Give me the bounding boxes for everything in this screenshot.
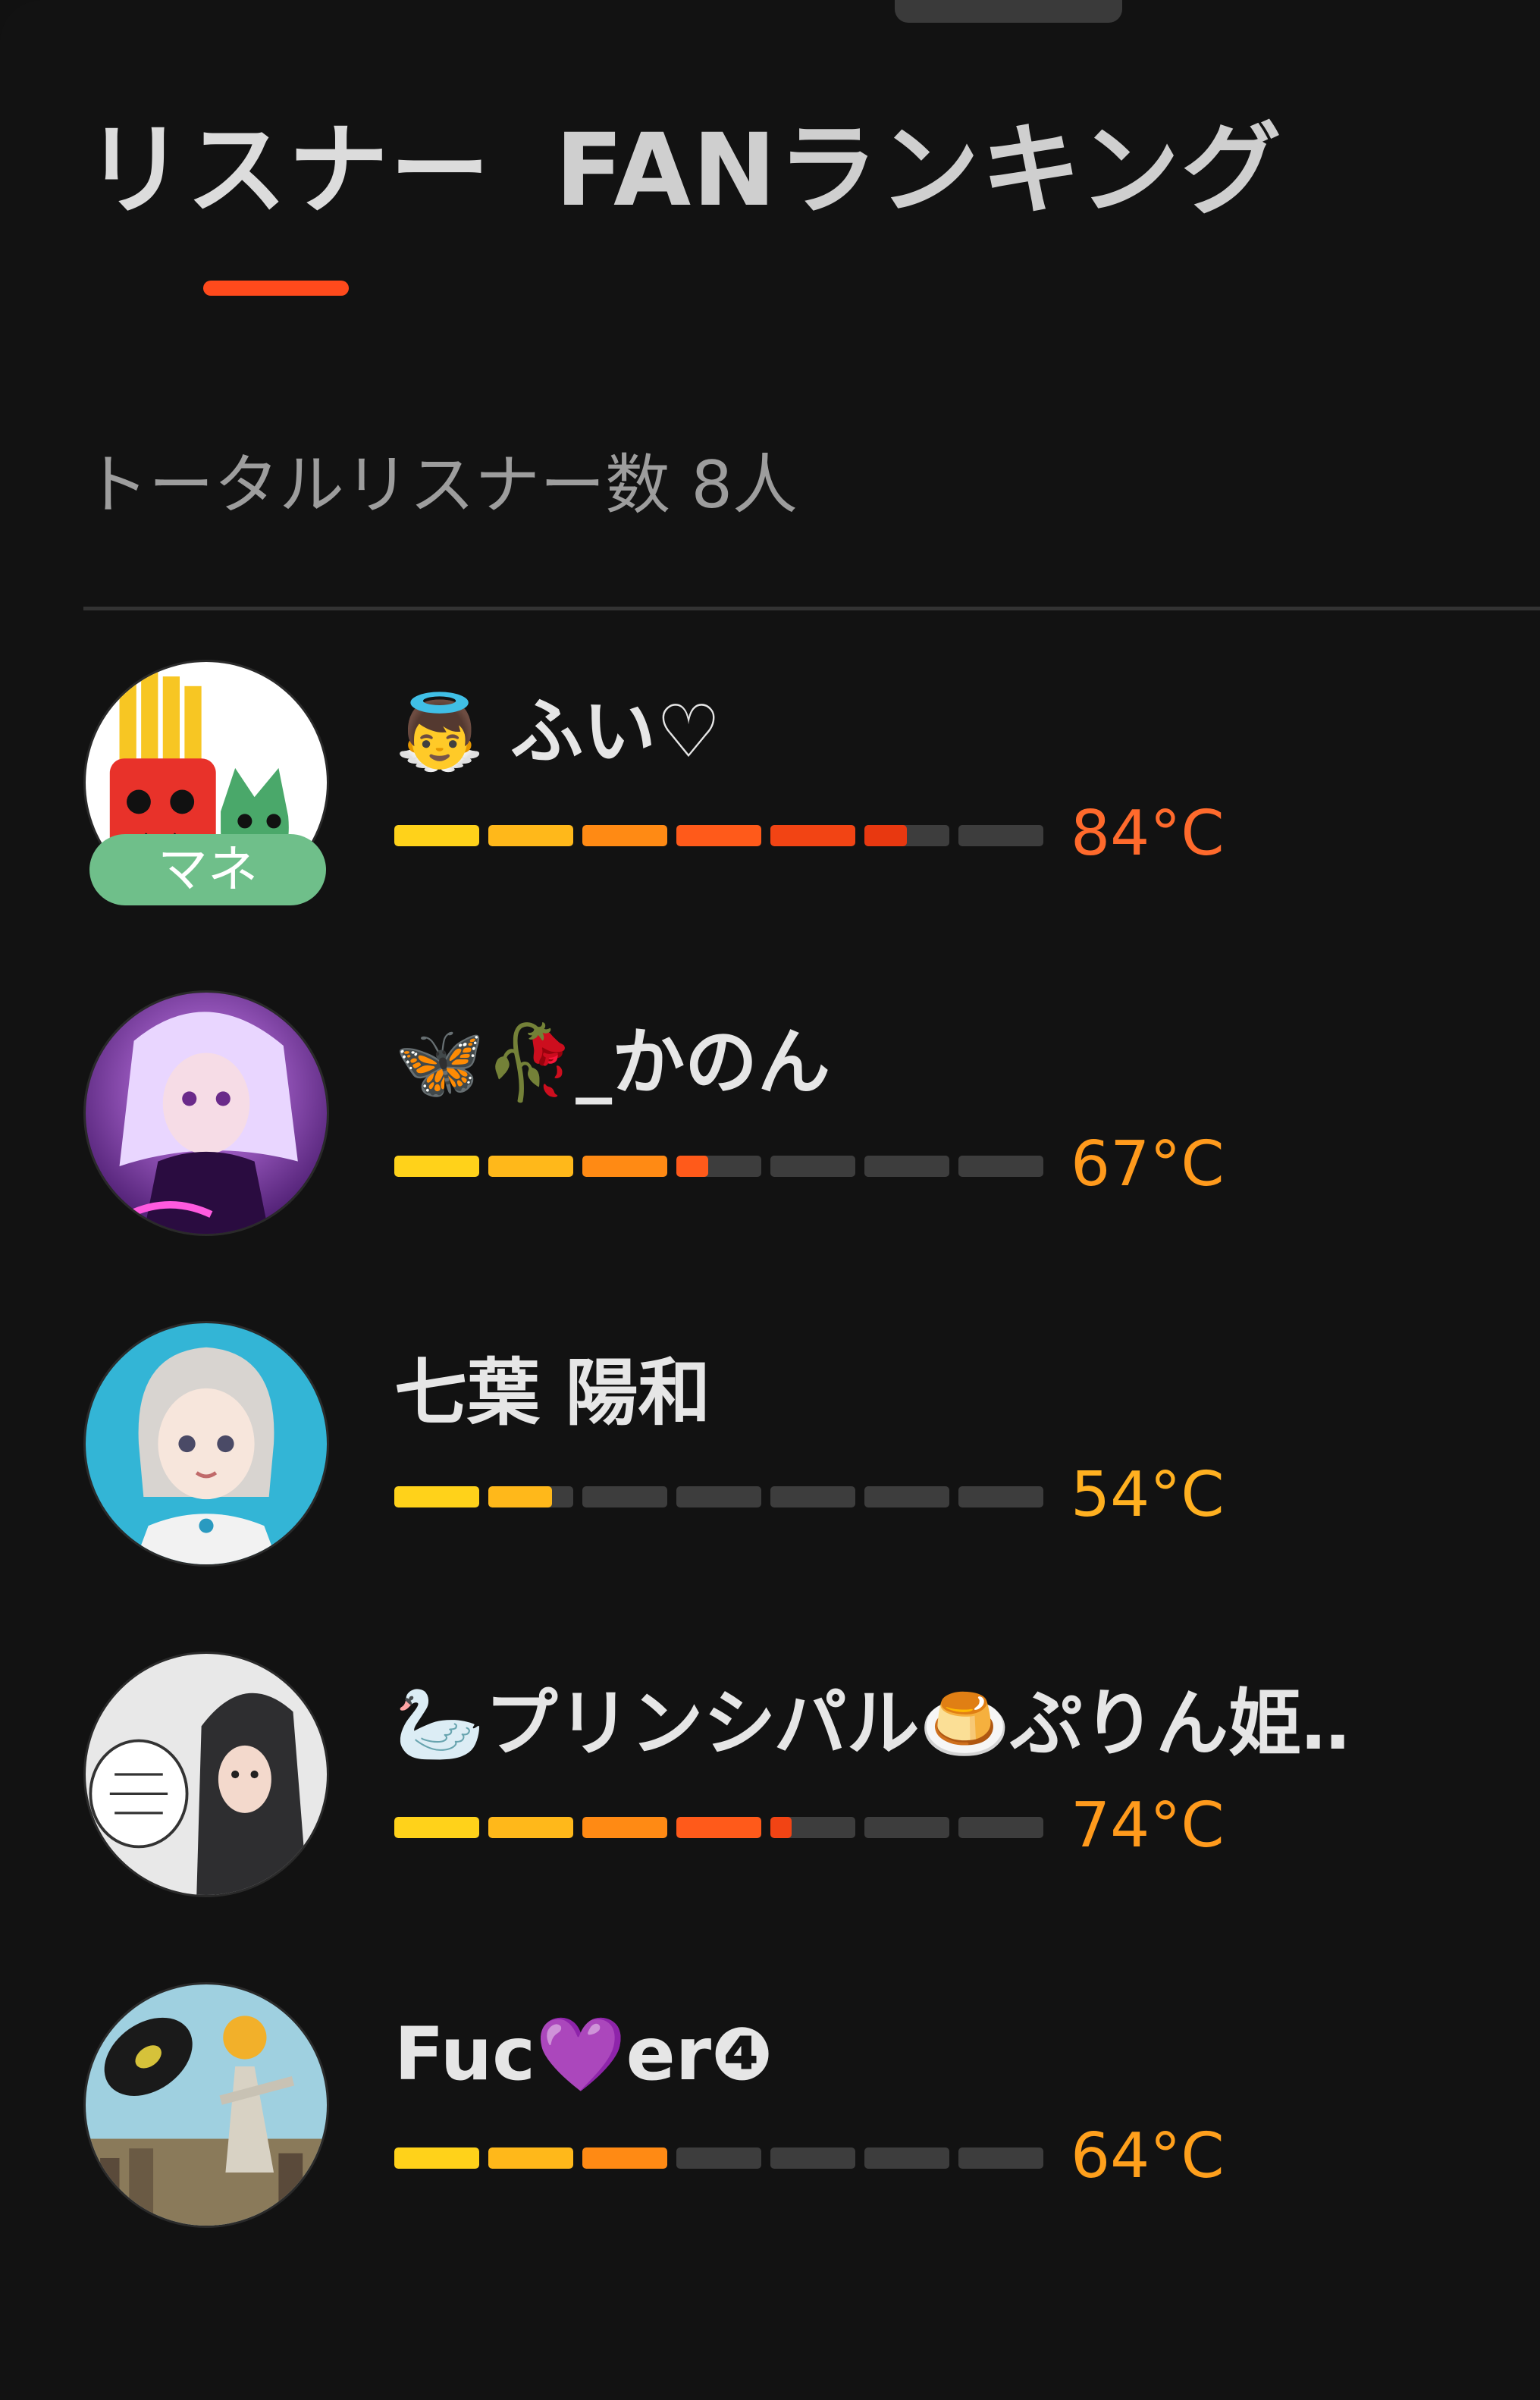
meter-segment-fill (582, 1156, 667, 1177)
listener-row[interactable]: 🦢プリンシパル🍮ぷりん姫… 74°C (0, 1652, 1540, 1902)
meter-segment (864, 1817, 949, 1838)
meter-segment (488, 1486, 573, 1507)
meter-segment (770, 1486, 855, 1507)
meter-segment (770, 1156, 855, 1177)
temperature-meter (394, 2147, 1043, 2169)
meter-segment-fill (488, 825, 573, 846)
meter-segment-fill (394, 825, 479, 846)
anime-girl-purple-avatar[interactable] (83, 990, 329, 1236)
divider (83, 607, 1540, 610)
meter-segment (394, 825, 479, 846)
meter-segment-fill (770, 1817, 792, 1838)
temperature-meter (394, 1156, 1043, 1177)
temperature-label: 67°C (1071, 1128, 1225, 1200)
meter-segment (864, 1156, 949, 1177)
listener-name: 🦢プリンシパル🍮ぷりん姫… (394, 1681, 1350, 1766)
meter-segment (394, 1817, 479, 1838)
hooded-girl-avatar[interactable] (83, 1652, 329, 1897)
meter-segment (958, 2147, 1043, 2169)
meter-segment (488, 1817, 573, 1838)
sheet-grabber[interactable] (895, 0, 1122, 23)
listener-name: 七葉 陽和 (394, 1351, 711, 1435)
meter-segment (582, 1156, 667, 1177)
meter-segment (958, 825, 1043, 846)
record-art-avatar[interactable] (83, 1982, 329, 2228)
meter-segment (394, 1156, 479, 1177)
meter-segment (676, 1817, 761, 1838)
meter-segment-fill (488, 1817, 573, 1838)
meter-segment (676, 825, 761, 846)
meter-segment (582, 2147, 667, 2169)
meter-segment (864, 825, 949, 846)
meter-segment (958, 1156, 1043, 1177)
listener-name: Fuc💜er❹ (394, 2012, 773, 2097)
meter-segment-fill (676, 825, 761, 846)
meter-segment-fill (770, 825, 855, 846)
temperature-meter (394, 1486, 1043, 1507)
meter-segment (676, 1156, 761, 1177)
meter-segment (394, 1486, 479, 1507)
total-listener-count: トータルリスナー数 8人 (83, 447, 798, 523)
meter-segment (770, 2147, 855, 2169)
meter-segment-fill (488, 1156, 573, 1177)
meter-segment-fill (488, 1486, 552, 1507)
manager-badge: マネ (89, 834, 326, 905)
meter-segment (676, 2147, 761, 2169)
tab-listener[interactable]: リスナー (85, 114, 491, 227)
temperature-meter (394, 1817, 1043, 1838)
active-tab-indicator (203, 281, 349, 296)
temperature-label: 54°C (1071, 1459, 1225, 1531)
meter-segment (394, 2147, 479, 2169)
meter-segment-fill (582, 825, 667, 846)
listener-row[interactable]: 🦋🥀_かのん 67°C (0, 990, 1540, 1241)
listener-sheet: リスナー FANランキング トータルリスナー数 8人 マネ 👼 ふい♡ 84°C… (0, 0, 1540, 2400)
listener-row[interactable]: マネ 👼 ふい♡ 84°C (0, 660, 1540, 910)
meter-segment (770, 825, 855, 846)
meter-segment-fill (864, 825, 907, 846)
listener-row[interactable]: Fuc💜er❹ 64°C (0, 1982, 1540, 2232)
meter-segment (770, 1817, 855, 1838)
temperature-meter (394, 825, 1043, 846)
meter-segment (958, 1486, 1043, 1507)
temperature-label: 84°C (1071, 798, 1225, 870)
meter-segment-fill (394, 2147, 479, 2169)
meter-segment (958, 1817, 1043, 1838)
meter-segment (488, 2147, 573, 2169)
meter-segment-fill (394, 1156, 479, 1177)
tab-fan-ranking[interactable]: FANランキング (555, 114, 1283, 227)
meter-segment (676, 1486, 761, 1507)
meter-segment-fill (394, 1486, 479, 1507)
temperature-label: 74°C (1071, 1790, 1225, 1862)
meter-segment (488, 1156, 573, 1177)
listener-row[interactable]: 七葉 陽和 54°C (0, 1321, 1540, 1571)
meter-segment-fill (488, 2147, 573, 2169)
temperature-label: 64°C (1071, 2120, 1225, 2192)
meter-segment (582, 825, 667, 846)
meter-segment-fill (582, 1817, 667, 1838)
meter-segment (864, 1486, 949, 1507)
meter-segment-fill (676, 1817, 761, 1838)
meter-segment-fill (582, 2147, 667, 2169)
meter-segment (864, 2147, 949, 2169)
meter-segment-fill (394, 1817, 479, 1838)
anime-girl-blue-avatar[interactable] (83, 1321, 329, 1567)
listener-name: 🦋🥀_かのん (394, 1020, 831, 1105)
meter-segment-fill (676, 1156, 708, 1177)
meter-segment (582, 1817, 667, 1838)
meter-segment (582, 1486, 667, 1507)
meter-segment (488, 825, 573, 846)
listener-name: 👼 ふい♡ (394, 689, 722, 774)
